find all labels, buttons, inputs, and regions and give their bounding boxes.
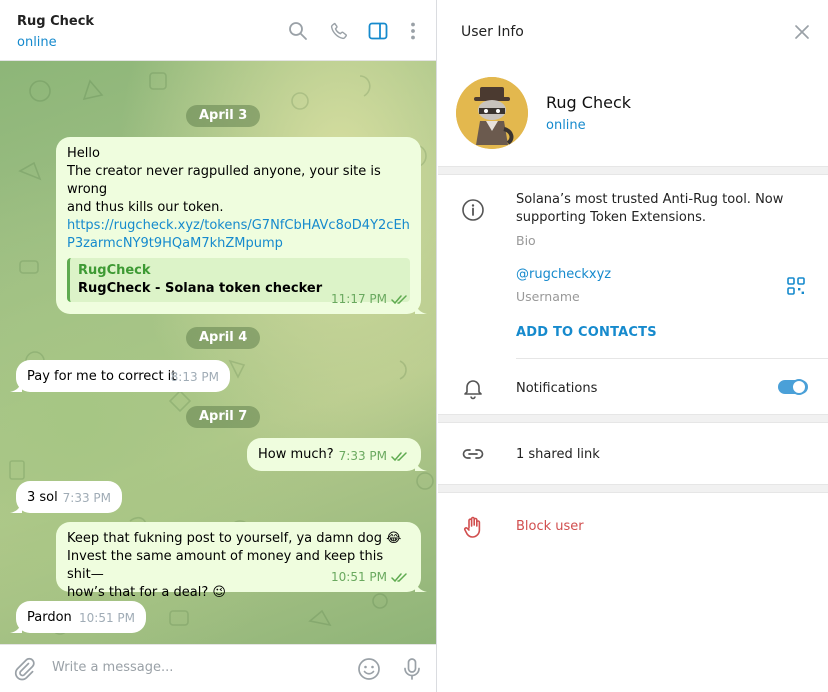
- search-icon[interactable]: [288, 21, 308, 41]
- qr-code-icon[interactable]: [787, 277, 805, 295]
- bubble-tail: [415, 580, 427, 592]
- row-divider: [516, 358, 828, 359]
- shared-links-item[interactable]: 1 shared link: [516, 446, 600, 464]
- message-time: 7:33 PM: [338, 449, 387, 463]
- message-link[interactable]: https://rugcheck.xyz/tokens/G7NfCbHAVc8o…: [67, 217, 410, 253]
- double-check-icon: [391, 295, 407, 305]
- chat-title[interactable]: Rug Check: [17, 14, 94, 29]
- double-check-icon: [391, 573, 407, 583]
- hand-stop-icon: [464, 516, 481, 538]
- section-divider: [438, 484, 828, 493]
- close-icon[interactable]: [794, 24, 810, 40]
- bell-icon: [464, 380, 482, 400]
- panel-title: User Info: [461, 24, 524, 40]
- message-bubble-incoming[interactable]: 3 sol 7:33 PM: [10, 481, 122, 513]
- add-to-contacts-button[interactable]: ADD TO CONTACTS: [516, 325, 657, 340]
- message-bubble-incoming[interactable]: Pay for me to correct it 8:13 PM: [10, 360, 230, 392]
- microphone-icon[interactable]: [400, 657, 424, 681]
- bubble-tail: [415, 459, 427, 471]
- username-label: Username: [516, 289, 580, 304]
- notifications-toggle[interactable]: [778, 378, 808, 396]
- notifications-label: Notifications: [516, 381, 598, 396]
- message-bubble-incoming[interactable]: Pardon 10:51 PM: [10, 601, 146, 633]
- message-time: 8:13 PM: [170, 370, 219, 384]
- bio-line: supporting Token Extensions.: [516, 210, 706, 225]
- message-list[interactable]: April 3 Hello The creator never ragpulle…: [0, 61, 436, 644]
- message-text: The creator never ragpulled anyone, your…: [67, 164, 381, 197]
- profile-name: Rug Check: [546, 93, 631, 112]
- bubble-tail: [10, 380, 22, 392]
- chat-header: Rug Check online: [0, 0, 436, 61]
- double-check-icon: [391, 452, 407, 462]
- avatar[interactable]: [456, 77, 528, 149]
- user-info-header: User Info: [438, 0, 828, 64]
- bio-text: Solana’s most trusted Anti-Rug tool. Now…: [516, 191, 783, 227]
- date-separator: April 4: [186, 327, 261, 349]
- message-input[interactable]: Write a message...: [52, 660, 173, 675]
- message-text: How much?: [258, 447, 334, 462]
- message-text: Pay for me to correct it: [27, 369, 177, 384]
- message-bubble-outgoing[interactable]: How much? 7:33 PM: [247, 438, 427, 471]
- message-time: 10:51 PM: [79, 611, 135, 625]
- message-time: 10:51 PM: [331, 570, 387, 584]
- chat-status: online: [17, 35, 57, 50]
- block-user-button[interactable]: Block user: [516, 519, 584, 534]
- user-info-panel: User Info Rug Check online Solana’s most…: [438, 0, 828, 692]
- message-composer[interactable]: Write a message...: [0, 644, 436, 692]
- message-text: Hello: [67, 146, 100, 161]
- profile-status: online: [546, 118, 586, 133]
- username[interactable]: @rugcheckxyz: [516, 267, 611, 282]
- message-time: 11:17 PM: [331, 292, 387, 306]
- sidebar-toggle-icon[interactable]: [368, 21, 388, 41]
- message-bubble-outgoing[interactable]: Keep that fukning post to yourself, ya d…: [56, 522, 427, 600]
- message-time: 7:33 PM: [62, 491, 111, 505]
- message-text: and thus kills our token.: [67, 200, 224, 215]
- link-icon: [462, 449, 484, 459]
- link-preview-site: RugCheck: [78, 263, 151, 278]
- message-text: how’s that for a deal? 😉: [67, 585, 226, 600]
- section-divider: [438, 166, 828, 175]
- bio-line: Solana’s most trusted Anti-Rug tool. Now: [516, 192, 784, 207]
- date-separator: April 3: [186, 105, 261, 127]
- bio-label: Bio: [516, 233, 536, 248]
- section-divider: [438, 414, 828, 423]
- bubble-tail: [415, 302, 427, 314]
- message-text: Keep that fukning post to yourself, ya d…: [67, 531, 402, 546]
- bubble-tail: [10, 501, 22, 513]
- attach-icon[interactable]: [12, 657, 36, 681]
- emoji-icon[interactable]: [357, 657, 381, 681]
- message-text: 3 sol: [27, 490, 58, 505]
- date-separator: April 7: [186, 406, 261, 428]
- message-bubble-outgoing[interactable]: Hello The creator never ragpulled anyone…: [56, 137, 427, 314]
- bubble-tail: [10, 621, 22, 633]
- more-vertical-icon[interactable]: [403, 21, 423, 41]
- phone-icon[interactable]: [329, 21, 349, 41]
- info-icon: [462, 199, 484, 221]
- chat-panel: Rug Check online April 3 Hello The creat…: [0, 0, 437, 692]
- message-text: Pardon: [27, 610, 72, 625]
